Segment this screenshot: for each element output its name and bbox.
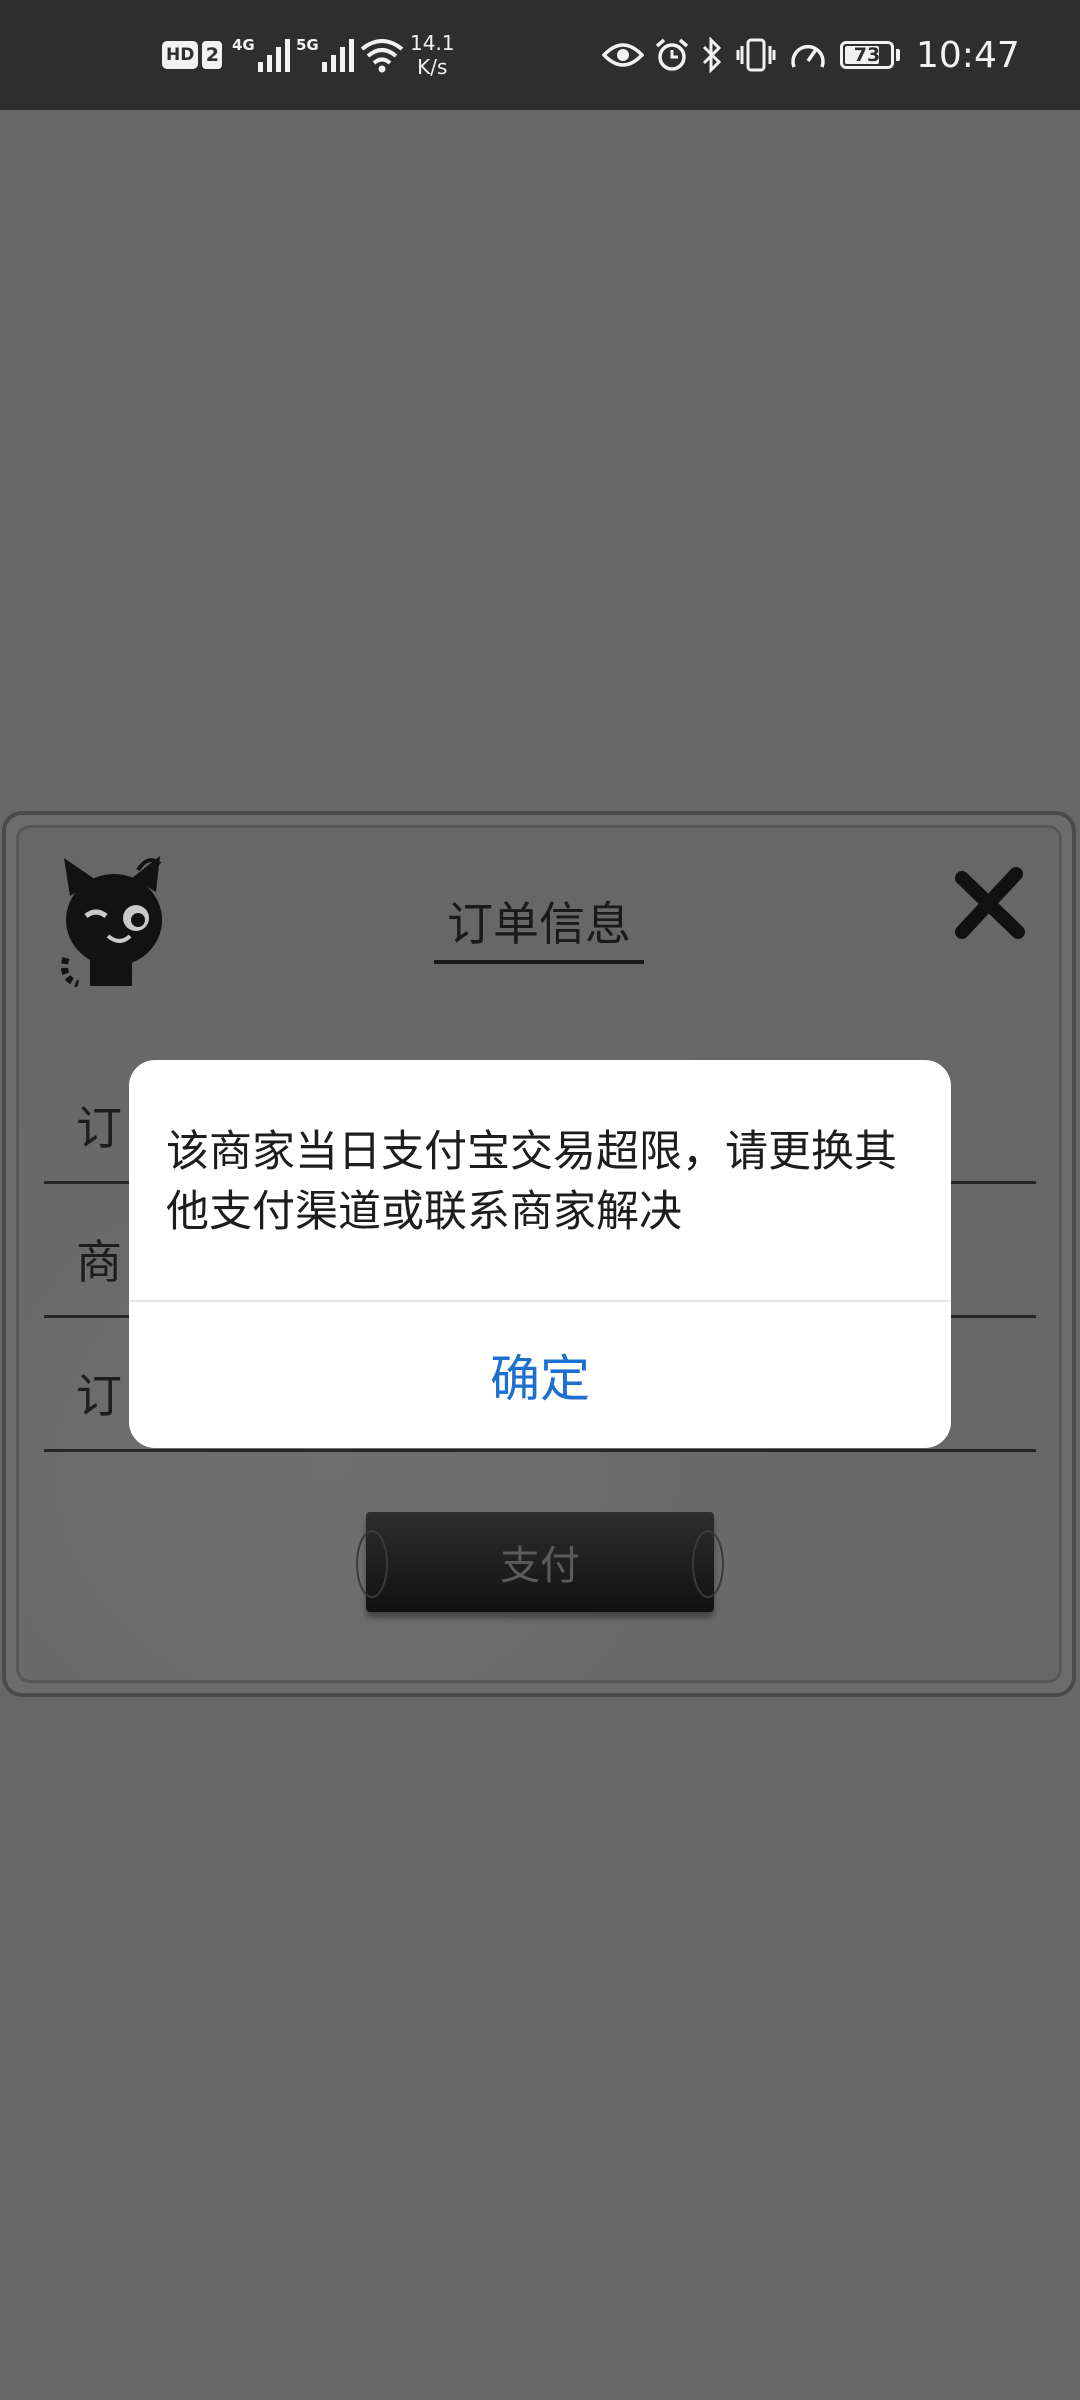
eye-icon: [602, 43, 644, 67]
signal-4g: 4G: [232, 0, 293, 110]
dialog-message: 该商家当日支付宝交易超限，请更换其他支付渠道或联系商家解决: [166, 1127, 897, 1237]
speed-value: 14.1: [410, 31, 455, 55]
order-field-label: 订: [76, 1101, 122, 1155]
signal-bars-icon: [321, 39, 354, 72]
speed-unit: K/s: [417, 55, 448, 79]
close-icon[interactable]: [952, 866, 1028, 942]
network-type-5g: 5G: [296, 36, 319, 54]
wifi-indicator: [360, 0, 404, 110]
eye-comfort-indicator: [602, 0, 644, 110]
order-title: 订单信息: [434, 888, 644, 964]
status-bar: HD 2 4G 5G 14.1 K/s 73 10:47: [0, 0, 1080, 110]
network-speed: 14.1 K/s: [410, 0, 455, 110]
clock: 10:47: [916, 34, 1020, 76]
battery-level: 73: [853, 44, 881, 66]
pay-button[interactable]: 支付: [356, 1512, 724, 1612]
sim-badge: 2: [202, 41, 223, 69]
order-amount-field-label: 订: [76, 1369, 122, 1423]
pay-button-label: 支付: [500, 1543, 580, 1589]
bluetooth-icon: [702, 37, 722, 73]
alert-dialog: 该商家当日支付宝交易超限，请更换其他支付渠道或联系商家解决 确定: [129, 1060, 951, 1448]
confirm-button[interactable]: 确定: [129, 1302, 951, 1448]
performance-indicator: [788, 0, 828, 110]
speedometer-icon: [791, 44, 825, 68]
signal-bars-icon: [257, 39, 290, 72]
battery-indicator: 73: [840, 0, 900, 110]
vibrate-indicator: [736, 0, 776, 110]
alarm-icon: [655, 38, 689, 71]
hd-indicator: HD 2: [162, 0, 223, 110]
hd-badge: HD: [162, 41, 199, 69]
alarm-indicator: [654, 0, 690, 110]
battery-icon: 73: [840, 41, 894, 69]
signal-5g: 5G: [296, 0, 357, 110]
vibrate-icon: [736, 38, 776, 72]
merchant-field-label: 商: [76, 1235, 122, 1289]
bluetooth-indicator: [700, 0, 724, 110]
cat-logo-icon: [61, 856, 162, 988]
wifi-icon: [360, 39, 404, 73]
network-type-4g: 4G: [232, 36, 255, 54]
